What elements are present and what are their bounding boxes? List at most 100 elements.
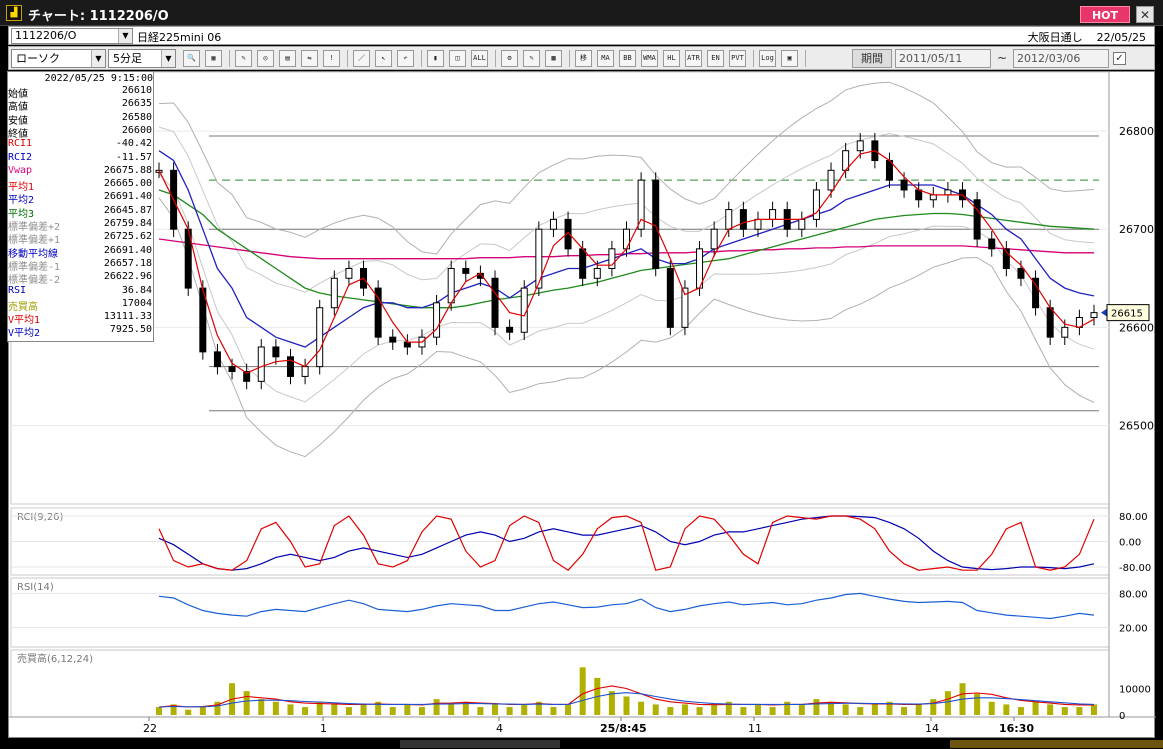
pvt-icon[interactable]: PVT xyxy=(729,50,746,67)
info-row: 平均2 26691.40 xyxy=(8,191,155,206)
zoom-icon[interactable]: 🔍 xyxy=(183,50,200,67)
candle-body xyxy=(827,169,835,191)
volume-bar xyxy=(360,704,367,715)
candle-icon[interactable]: ▮ xyxy=(427,50,444,67)
candle-body xyxy=(754,218,762,230)
atr-icon[interactable]: ATR xyxy=(685,50,702,67)
volume-bar xyxy=(813,699,820,715)
candle-body xyxy=(900,179,908,191)
tool5-icon[interactable]: ! xyxy=(323,50,340,67)
date-from-field[interactable]: 2011/05/11 xyxy=(895,49,991,68)
chevron-down-icon[interactable]: ▼ xyxy=(91,50,105,67)
volume-bar xyxy=(623,696,630,715)
title-bar[interactable]: ▟ チャート: 1112206/O HOT ✕ xyxy=(0,0,1163,26)
wrench-icon[interactable]: ✎ xyxy=(523,50,540,67)
price-tick-label: 26500 xyxy=(1119,419,1154,432)
info-row-value: 26635 xyxy=(121,98,152,110)
color-icon[interactable]: ▩ xyxy=(545,50,562,67)
range-checkbox[interactable]: ✓ xyxy=(1113,52,1126,65)
undo-icon[interactable]: ↶ xyxy=(397,50,414,67)
info-row: 標準偏差+1 26725.62 xyxy=(8,231,155,246)
all-icon[interactable]: ALL xyxy=(471,50,488,67)
info-row: V平均2 7925.50 xyxy=(8,324,155,339)
volume-bar xyxy=(243,691,250,715)
info-row-value: 26580 xyxy=(121,111,152,123)
tool2-icon[interactable]: ◎ xyxy=(257,50,274,67)
tool1-icon[interactable]: ✎ xyxy=(235,50,252,67)
toolbar-separator xyxy=(347,50,348,67)
bb-icon[interactable]: BB xyxy=(619,50,636,67)
rci-tick-label: 0.00 xyxy=(1119,538,1141,549)
volume-title: 売買高(6,12,24) xyxy=(17,652,93,665)
settings-icon[interactable]: ⚙ xyxy=(501,50,518,67)
candle-body xyxy=(257,346,265,382)
symbol-code-select[interactable]: 1112206/O ▼ xyxy=(11,28,133,44)
info-row-value: 26622.96 xyxy=(103,271,152,283)
rsi-tick-label: 80.00 xyxy=(1119,589,1148,600)
chart-type-value: ローソク xyxy=(16,52,60,65)
tool4-icon[interactable]: ⇋ xyxy=(301,50,318,67)
volume-bar xyxy=(857,707,864,715)
session-info: 大阪日通し 22/05/25 xyxy=(1028,29,1146,45)
grid-icon[interactable]: ▦ xyxy=(205,50,222,67)
hl-icon[interactable]: HL xyxy=(663,50,680,67)
wma-icon[interactable]: WMA xyxy=(641,50,658,67)
hot-button[interactable]: HOT xyxy=(1080,6,1130,23)
candle-body xyxy=(213,351,221,368)
info-row-value: -11.57 xyxy=(115,151,152,163)
volume-bar xyxy=(156,707,162,715)
tool3-icon[interactable]: ▤ xyxy=(279,50,296,67)
info-row-value: 26675.88 xyxy=(103,164,152,176)
candle-body xyxy=(666,267,674,328)
volume-tick-label: 10000 xyxy=(1119,685,1151,696)
volume-bar xyxy=(711,704,718,715)
volume-bar xyxy=(448,704,455,715)
volume-bar xyxy=(667,707,674,715)
envelope-icon[interactable]: EN xyxy=(707,50,724,67)
volume-bar xyxy=(974,693,981,715)
candle-body xyxy=(447,267,455,304)
volume-bar xyxy=(638,701,645,715)
interval-select[interactable]: 5分足 ▼ xyxy=(108,49,176,68)
status-bar xyxy=(0,739,1163,749)
volume-bar xyxy=(915,704,922,715)
candle-body xyxy=(316,307,324,368)
volume-bar xyxy=(331,704,338,715)
volume-bar xyxy=(769,707,776,715)
volume-bar xyxy=(944,691,951,715)
x-axis-label: 16:30 xyxy=(999,722,1034,735)
chart-type-select[interactable]: ローソク ▼ xyxy=(11,49,106,68)
close-button[interactable]: ✕ xyxy=(1136,6,1154,23)
volume-bar xyxy=(477,707,484,715)
line-draw-icon[interactable]: ／ xyxy=(353,50,370,67)
volume-bar xyxy=(740,707,747,715)
candle-body xyxy=(812,189,820,220)
toolbar-separator xyxy=(495,50,496,67)
info-row: Vwap 26675.88 xyxy=(8,165,155,177)
volume-bar xyxy=(754,704,761,715)
chart-area[interactable]: 26800 26700 26600 26500 26615 RCI(9,26) 80.00 0… xyxy=(8,71,1156,739)
info-datetime: 2022/05/25 9:15:00 xyxy=(44,73,153,84)
candle-body xyxy=(462,267,470,274)
candle-body xyxy=(433,302,441,338)
candle-body xyxy=(944,189,952,196)
ma-icon[interactable]: 移 xyxy=(575,50,592,67)
volume-bar xyxy=(258,699,265,715)
candle-body xyxy=(389,336,397,343)
info-row-value: 13111.33 xyxy=(103,311,152,323)
log-icon[interactable]: Log xyxy=(759,50,776,67)
cursor-icon[interactable]: ↖ xyxy=(375,50,392,67)
volume-bar xyxy=(272,701,279,715)
candle-body xyxy=(593,267,601,279)
ma2-icon[interactable]: MA xyxy=(597,50,614,67)
period-button[interactable]: 期間 xyxy=(852,49,892,68)
volume-bar xyxy=(404,704,411,715)
chevron-down-icon[interactable]: ▼ xyxy=(118,29,132,43)
chart-canvas[interactable]: 26800 26700 26600 26500 26615 RCI(9,26) 80.00 0… xyxy=(9,72,1156,739)
info-row: RCI2 -11.57 xyxy=(8,152,155,164)
export-icon[interactable]: ▣ xyxy=(781,50,798,67)
volume-bar xyxy=(930,699,937,715)
candle2-icon[interactable]: ◫ xyxy=(449,50,466,67)
chevron-down-icon[interactable]: ▼ xyxy=(161,50,175,67)
date-to-field[interactable]: 2012/03/06 xyxy=(1013,49,1109,68)
